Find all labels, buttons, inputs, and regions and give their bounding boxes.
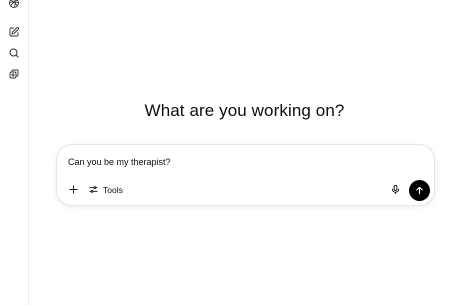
sidebar-rail: [0, 0, 29, 305]
search-icon[interactable]: [5, 44, 22, 61]
prompt-input[interactable]: Can you be my therapist?: [68, 157, 171, 167]
openai-logo-icon[interactable]: [5, 0, 22, 11]
sliders-icon: [89, 186, 98, 193]
plus-icon: [69, 185, 78, 194]
composer[interactable]: Can you be my therapist? Tools: [56, 144, 435, 206]
library-icon[interactable]: [5, 65, 22, 82]
tools-button[interactable]: Tools: [88, 182, 123, 197]
tools-label: Tools: [103, 184, 123, 195]
new-chat-icon[interactable]: [5, 23, 22, 40]
dictate-button[interactable]: [388, 182, 403, 197]
arrow-up-icon: [416, 186, 423, 195]
chat-app: What are you working on? Can you be my t…: [0, 0, 460, 305]
send-button[interactable]: [409, 180, 430, 201]
page-title: What are you working on?: [144, 101, 345, 120]
microphone-icon: [391, 184, 400, 195]
add-attachment-button[interactable]: [66, 182, 81, 197]
